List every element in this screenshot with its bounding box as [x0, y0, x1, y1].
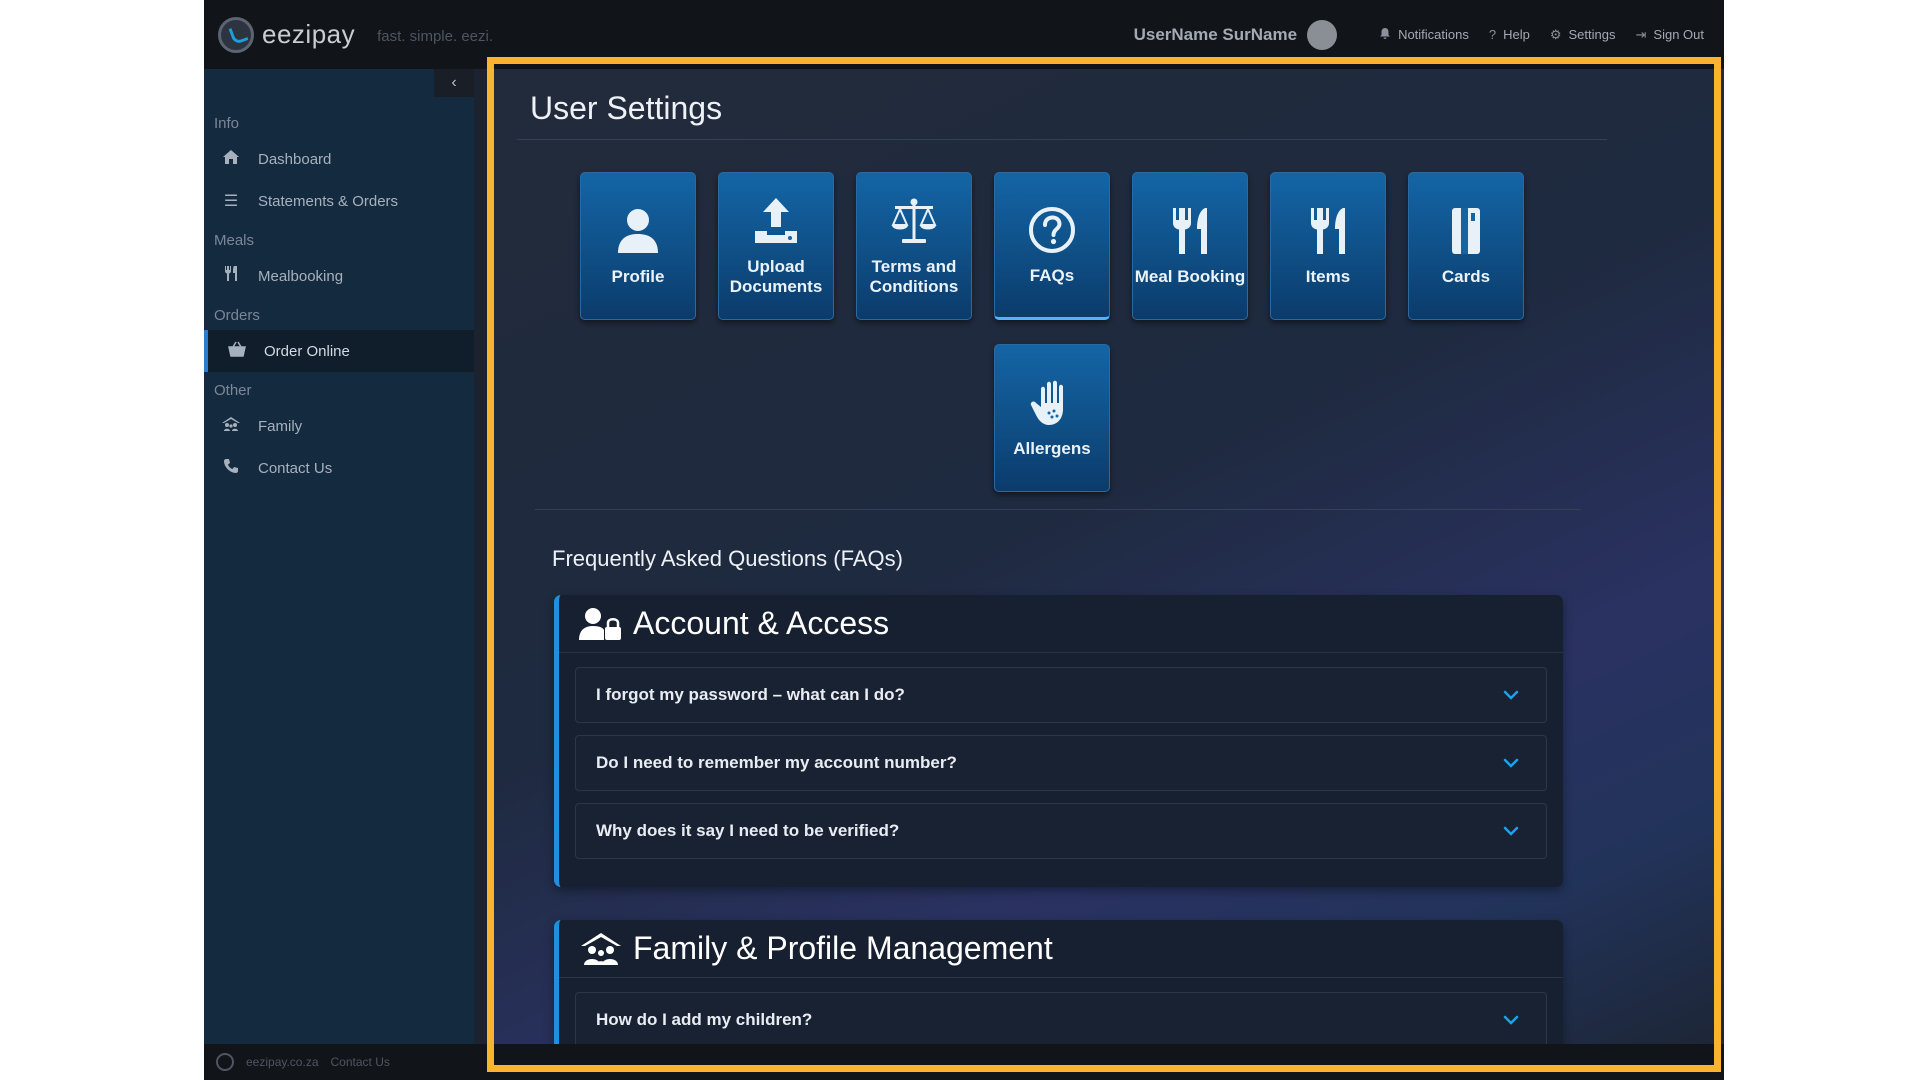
chevron-down-icon	[1503, 1015, 1519, 1025]
sidebar-section-orders: Orders	[214, 307, 260, 324]
tile-upload-documents[interactable]: Upload Documents	[718, 172, 834, 320]
gear-icon: ⚙	[1549, 26, 1562, 42]
question-icon: ?	[1488, 27, 1497, 42]
sidebar-section-other: Other	[214, 382, 252, 399]
tile-label: Allergens	[1013, 439, 1091, 458]
tile-meal-booking[interactable]: Meal Booking	[1132, 172, 1248, 320]
user-icon	[618, 209, 658, 253]
tile-terms-and-conditions[interactable]: Terms and Conditions	[856, 172, 972, 320]
footer-contact-link[interactable]: Contact Us	[331, 1055, 390, 1069]
username[interactable]: UserName SurName	[1134, 25, 1297, 45]
tile-label: Terms and Conditions	[869, 257, 959, 296]
faq-group-family-profile: Family & Profile Management How do I add…	[554, 920, 1563, 1044]
top-right-nav: UserName SurName Notifications ? Help ⚙ …	[1134, 19, 1705, 50]
logo[interactable]: eezipay fast. simple. eezi.	[218, 16, 494, 53]
chevron-left-icon[interactable]: ‹	[434, 69, 474, 97]
faq-group-title: Account & Access	[633, 605, 890, 641]
tagline: fast. simple. eezi.	[377, 28, 494, 45]
list-icon: ☰	[223, 193, 239, 210]
sidebar: ‹ Info Dashboard ☰ Statements & Orders M…	[204, 69, 474, 1044]
sidebar-item-label: Dashboard	[258, 150, 332, 168]
page-title: User Settings	[530, 90, 723, 126]
footer: eezipay.co.za Contact Us	[204, 1044, 1724, 1080]
app-window: eezipay fast. simple. eezi. UserName Sur…	[204, 0, 1724, 1080]
sidebar-section-info: Info	[214, 115, 240, 132]
sidebar-item-statements[interactable]: ☰ Statements & Orders	[204, 180, 474, 222]
cutlery-icon	[220, 265, 242, 287]
faq-question-text: Do I need to remember my account number?	[596, 753, 957, 772]
settings-label: Settings	[1568, 27, 1616, 42]
sidebar-item-family[interactable]: Family	[204, 405, 474, 447]
tile-label: Profile	[611, 267, 665, 286]
tile-profile[interactable]: Profile	[580, 172, 696, 320]
sign-out-label: Sign Out	[1653, 27, 1704, 42]
sidebar-item-contact-us[interactable]: Contact Us	[204, 447, 474, 489]
family-icon	[220, 416, 242, 437]
tile-label: FAQs	[1029, 266, 1075, 285]
faq-question-text: How do I add my children?	[596, 1010, 813, 1029]
cutlery-icon	[1311, 208, 1345, 254]
help-link[interactable]: ? Help	[1489, 27, 1530, 42]
notifications-link[interactable]: Notifications	[1379, 27, 1469, 43]
sidebar-item-label: Statements & Orders	[258, 192, 399, 210]
faq-group-account-access: Account & Access I forgot my password – …	[554, 595, 1563, 887]
sign-out-icon: ⇥	[1635, 26, 1647, 42]
question-circle-icon	[1029, 207, 1075, 253]
notifications-label: Notifications	[1398, 27, 1469, 42]
bell-icon	[1379, 27, 1391, 43]
scales-icon	[891, 198, 937, 243]
phone-icon	[220, 458, 242, 479]
tile-cards[interactable]: Cards	[1408, 172, 1524, 320]
card-icon	[1452, 208, 1480, 254]
sidebar-item-label: Mealbooking	[258, 267, 344, 285]
chevron-down-icon	[1503, 690, 1519, 700]
tile-label: Cards	[1441, 267, 1491, 286]
chevron-down-icon	[1503, 826, 1519, 836]
tile-label: Items	[1305, 267, 1351, 286]
avatar[interactable]	[1307, 19, 1338, 50]
basket-icon	[226, 341, 248, 362]
sidebar-item-dashboard[interactable]: Dashboard	[204, 138, 474, 180]
upload-icon	[755, 198, 797, 243]
home-icon	[220, 149, 242, 170]
sidebar-item-mealbooking[interactable]: Mealbooking	[204, 255, 474, 297]
brand-name: eezipay	[262, 19, 356, 49]
faq-question[interactable]: I forgot my password – what can I do?	[575, 667, 1547, 723]
sidebar-item-order-online[interactable]: Order Online	[204, 330, 474, 372]
help-label: Help	[1503, 27, 1530, 42]
divider	[535, 509, 1581, 510]
faq-question[interactable]: How do I add my children?	[575, 992, 1547, 1044]
sign-out-link[interactable]: ⇥ Sign Out	[1636, 27, 1705, 43]
faq-question[interactable]: Why does it say I need to be verified?	[575, 803, 1547, 859]
tile-items[interactable]: Items	[1270, 172, 1386, 320]
tile-faqs[interactable]: FAQs	[994, 172, 1110, 320]
faq-heading: Frequently Asked Questions (FAQs)	[552, 546, 903, 571]
faq-question[interactable]: Do I need to remember my account number?	[575, 735, 1547, 791]
divider	[517, 139, 1607, 140]
hand-icon	[1030, 380, 1063, 425]
tile-allergens[interactable]: Allergens	[994, 344, 1110, 492]
tile-label: Meal Booking	[1134, 267, 1246, 286]
faq-group-header: Account & Access	[559, 595, 1563, 653]
main-content: User Settings Profile Upload Documents T…	[487, 69, 1724, 1044]
footer-site-link[interactable]: eezipay.co.za	[246, 1055, 319, 1069]
sidebar-item-label: Contact Us	[258, 459, 333, 477]
eezipay-logo-icon	[218, 16, 254, 53]
family-icon	[581, 932, 621, 965]
faq-question-text: Why does it say I need to be verified?	[596, 821, 900, 840]
chevron-down-icon	[1503, 758, 1519, 768]
faq-group-header: Family & Profile Management	[559, 920, 1563, 978]
user-lock-icon	[579, 607, 621, 640]
cutlery-icon	[1173, 208, 1207, 254]
settings-link[interactable]: ⚙ Settings	[1550, 27, 1616, 43]
top-bar: eezipay fast. simple. eezi. UserName Sur…	[204, 0, 1724, 69]
sidebar-item-label: Order Online	[264, 342, 350, 360]
sidebar-item-label: Family	[258, 417, 303, 435]
faq-group-title: Family & Profile Management	[633, 930, 1053, 966]
faq-question-text: I forgot my password – what can I do?	[596, 685, 905, 704]
tile-label: Upload Documents	[729, 257, 823, 296]
sidebar-section-meals: Meals	[214, 232, 255, 249]
eezipay-logo-icon	[216, 1053, 234, 1071]
